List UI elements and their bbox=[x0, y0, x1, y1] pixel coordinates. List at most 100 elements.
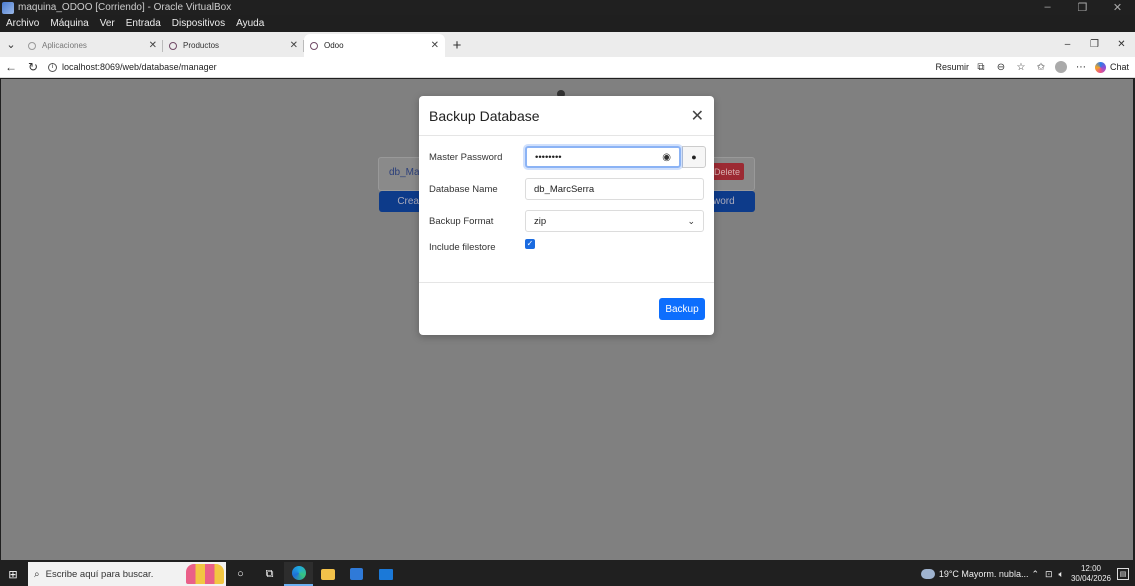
browser-tabstrip: ⌄ Aplicaciones ✕ Productos ✕ Odoo ✕ + – … bbox=[0, 32, 1135, 57]
show-password-toggle-icon[interactable]: ● bbox=[682, 146, 706, 168]
tab-label: Odoo bbox=[324, 41, 344, 50]
include-filestore-label: Include filestore bbox=[429, 242, 496, 253]
database-name-row: Database Name db_MarcSerra bbox=[429, 178, 704, 200]
menu-ayuda[interactable]: Ayuda bbox=[236, 18, 264, 29]
tab-label: Aplicaciones bbox=[42, 41, 87, 50]
menu-ver[interactable]: Ver bbox=[100, 18, 115, 29]
database-name-value: db_MarcSerra bbox=[534, 183, 595, 195]
refresh-icon[interactable]: ↻ bbox=[22, 60, 44, 74]
backup-format-value: zip bbox=[534, 215, 547, 227]
url-text[interactable]: localhost:8069/web/database/manager bbox=[62, 62, 217, 72]
modal-close-icon[interactable]: ✕ bbox=[691, 106, 704, 126]
volume-icon[interactable]: 🔈︎ bbox=[1059, 569, 1064, 580]
notifications-icon[interactable]: ▤ bbox=[1117, 568, 1129, 580]
database-link[interactable]: db_Mar bbox=[389, 167, 423, 178]
resumir-button[interactable]: Resumir bbox=[935, 62, 969, 72]
backup-database-modal: Backup Database ✕ Master Password ••••••… bbox=[419, 96, 714, 335]
back-arrow-icon[interactable]: ← bbox=[0, 60, 22, 74]
backup-format-row: Backup Format zip ⌄ bbox=[429, 210, 704, 232]
virtualbox-logo-icon bbox=[2, 1, 14, 14]
menu-archivo[interactable]: Archivo bbox=[6, 18, 39, 29]
restore-icon[interactable]: ❐ bbox=[1065, 1, 1100, 14]
task-view-icon[interactable]: ⧉ bbox=[255, 562, 284, 586]
tab-close-icon[interactable]: ✕ bbox=[290, 40, 298, 51]
modal-header: Backup Database ✕ bbox=[419, 96, 714, 136]
master-password-input[interactable]: •••••••• ◉ bbox=[525, 146, 681, 168]
virtualbox-menubar: Archivo Máquina Ver Entrada Dispositivos… bbox=[0, 15, 1135, 32]
master-password-label: Master Password bbox=[429, 151, 503, 163]
search-icon: ⌕ bbox=[34, 568, 40, 580]
new-tab-plus-icon[interactable]: + bbox=[445, 34, 469, 57]
odoo-favicon-icon bbox=[169, 41, 177, 50]
minimize-icon[interactable]: – bbox=[1030, 1, 1065, 14]
menu-entrada[interactable]: Entrada bbox=[126, 18, 161, 29]
edge-taskbar-icon[interactable] bbox=[284, 562, 313, 586]
windows-start-icon[interactable]: ⊞ bbox=[0, 568, 26, 581]
close-icon[interactable]: ✕ bbox=[1108, 39, 1135, 50]
backup-format-select[interactable]: zip ⌄ bbox=[525, 210, 704, 232]
close-icon[interactable]: ✕ bbox=[1100, 1, 1135, 14]
tab-aplicaciones[interactable]: Aplicaciones ✕ bbox=[22, 34, 163, 57]
search-highlight-tulips-icon bbox=[186, 564, 224, 584]
system-tray: 19°C Mayorm. nubla... ⌃ ⊡ 🔈︎ 12:00 30/04… bbox=[920, 564, 1135, 584]
odoo-favicon-icon bbox=[28, 41, 36, 50]
windows-taskbar: ⊞ ⌕ Escribe aquí para buscar. ○ ⧉ 19°C M… bbox=[0, 562, 1135, 586]
tracking-icon[interactable]: ⊖ bbox=[991, 62, 1011, 73]
chevron-down-icon: ⌄ bbox=[687, 215, 695, 226]
search-placeholder: Escribe aquí para buscar. bbox=[45, 568, 154, 580]
virtualbox-titlebar: maquina_ODOO [Corriendo] - Oracle Virtua… bbox=[0, 0, 1135, 15]
more-options-icon[interactable]: ⋯ bbox=[1071, 62, 1091, 73]
tab-odoo[interactable]: Odoo ✕ bbox=[304, 34, 445, 57]
window-title: maquina_ODOO [Corriendo] - Oracle Virtua… bbox=[18, 2, 232, 13]
profile-avatar-icon[interactable] bbox=[1054, 61, 1067, 73]
network-icon[interactable]: ⊡ bbox=[1045, 569, 1053, 580]
vbox-window-controls: – ❐ ✕ bbox=[1030, 1, 1135, 14]
file-explorer-icon[interactable] bbox=[313, 562, 342, 586]
set-master-password-button[interactable]: word bbox=[713, 191, 755, 212]
show-hidden-icons-chevron-icon[interactable]: ⌃ bbox=[1031, 569, 1039, 580]
backup-button[interactable]: Backup bbox=[659, 298, 705, 320]
master-password-value: •••••••• bbox=[535, 151, 562, 163]
taskbar-clock[interactable]: 12:00 30/04/2026 bbox=[1071, 564, 1111, 584]
create-database-button[interactable]: Crea bbox=[379, 191, 421, 212]
page-viewport: db_Mar Delete Crea word Backup Database … bbox=[1, 79, 1133, 560]
taskbar-search-box[interactable]: ⌕ Escribe aquí para buscar. bbox=[28, 562, 226, 586]
tab-label: Productos bbox=[183, 41, 220, 50]
chat-label: Chat bbox=[1109, 62, 1129, 72]
delete-database-button[interactable]: Delete bbox=[709, 163, 744, 180]
odoo-favicon-icon bbox=[310, 41, 318, 50]
weather-cloud-icon[interactable] bbox=[920, 569, 935, 579]
menu-dispositivos[interactable]: Dispositivos bbox=[172, 18, 225, 29]
favorite-star-icon[interactable]: ☆ bbox=[1011, 62, 1031, 73]
clock-time: 12:00 bbox=[1080, 564, 1101, 573]
weather-text[interactable]: 19°C Mayorm. nubla... bbox=[939, 569, 1029, 579]
minimize-icon[interactable]: – bbox=[1054, 39, 1081, 50]
reveal-password-eye-icon[interactable]: ◉ bbox=[662, 152, 671, 163]
site-info-icon[interactable]: i bbox=[48, 62, 57, 72]
include-filestore-checkbox[interactable]: ✓ bbox=[525, 238, 535, 249]
modal-title: Backup Database bbox=[429, 107, 540, 124]
tab-close-icon[interactable]: ✕ bbox=[431, 40, 439, 51]
modal-body: Master Password •••••••• ◉ ● Database Na… bbox=[419, 136, 714, 283]
master-password-row: Master Password •••••••• ◉ ● bbox=[429, 146, 706, 168]
browser-window-controls: – ❐ ✕ bbox=[1054, 32, 1135, 57]
tab-productos[interactable]: Productos ✕ bbox=[163, 34, 304, 57]
summarize-icon[interactable]: ⧉ bbox=[971, 62, 991, 73]
url-bar[interactable]: i localhost:8069/web/database/manager bbox=[48, 62, 217, 72]
favorites-list-icon[interactable]: ✩ bbox=[1031, 62, 1051, 73]
restore-icon[interactable]: ❐ bbox=[1081, 39, 1108, 50]
microsoft-store-icon[interactable] bbox=[342, 562, 371, 586]
clock-date: 30/04/2026 bbox=[1070, 574, 1111, 583]
copilot-chat-button[interactable]: Chat bbox=[1094, 61, 1129, 73]
copilot-icon bbox=[1094, 61, 1106, 73]
tab-actions-chevron-icon[interactable]: ⌄ bbox=[0, 32, 22, 57]
database-name-label: Database Name bbox=[429, 183, 498, 195]
mail-icon[interactable] bbox=[371, 562, 400, 586]
database-name-input[interactable]: db_MarcSerra bbox=[525, 178, 704, 200]
backup-format-label: Backup Format bbox=[429, 215, 494, 227]
tab-close-icon[interactable]: ✕ bbox=[149, 40, 157, 51]
browser-toolbar: Resumir ⧉ ⊖ ☆ ✩ ⋯ Chat bbox=[935, 61, 1135, 73]
cortana-icon[interactable]: ○ bbox=[226, 562, 255, 586]
include-filestore-row: Include filestore ✓ bbox=[429, 238, 535, 253]
menu-maquina[interactable]: Máquina bbox=[50, 18, 88, 29]
